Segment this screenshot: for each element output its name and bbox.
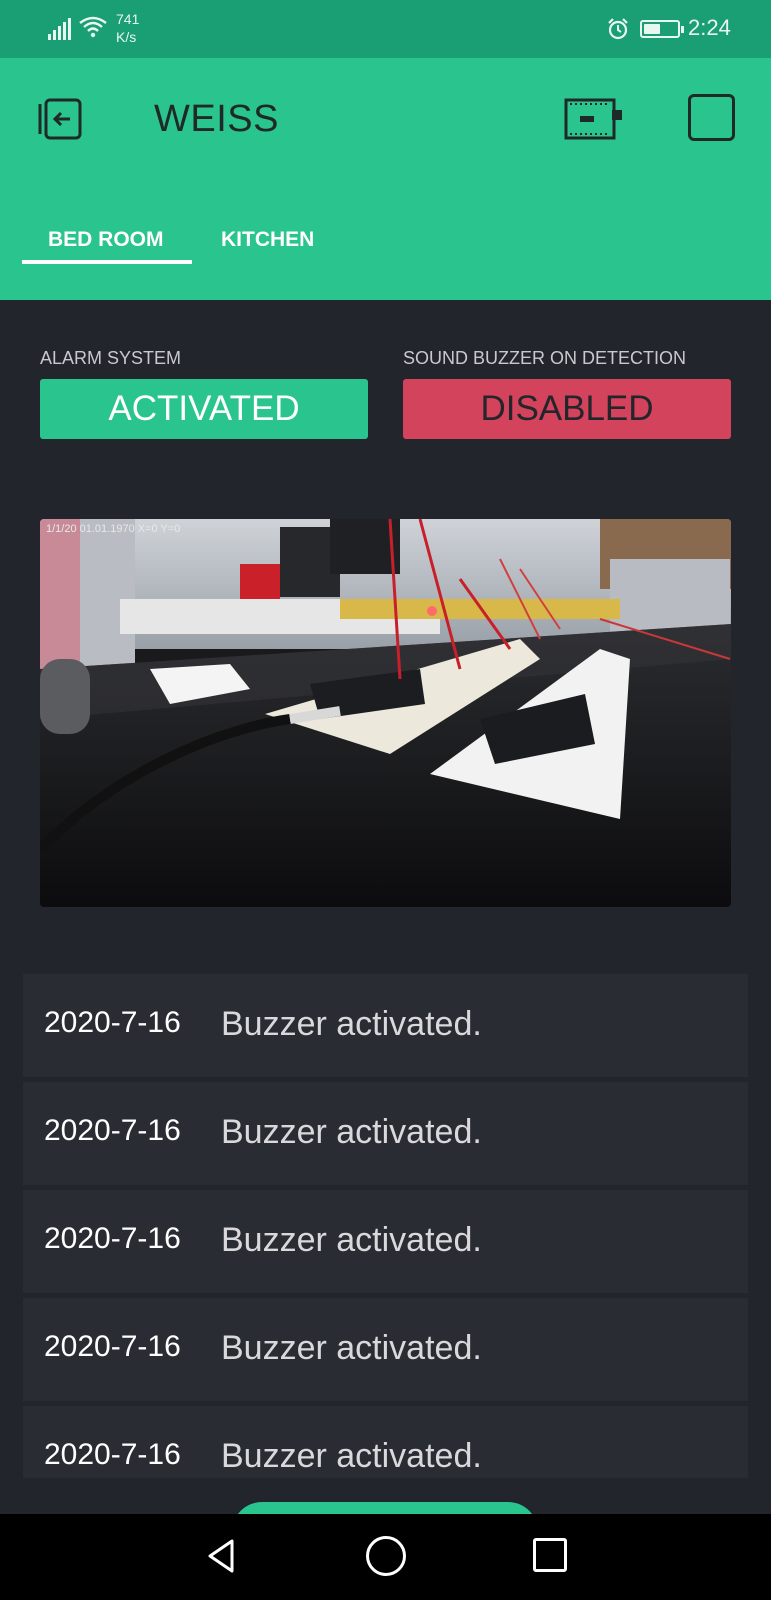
log-row: 2020-7-16 Buzzer activated.: [23, 1298, 748, 1401]
battery-icon: [640, 20, 684, 38]
clock-time: 2:24: [688, 15, 731, 40]
tab-kitchen[interactable]: KITCHEN: [221, 228, 314, 252]
event-log-list[interactable]: 2020-7-16 Buzzer activated. 2020-7-16 Bu…: [23, 974, 748, 1478]
system-nav-bar: [0, 1514, 771, 1600]
battery-fill: [644, 24, 660, 34]
network-speed-unit: K/s: [116, 29, 137, 45]
log-message: Buzzer activated.: [221, 1005, 482, 1043]
device-board-icon[interactable]: [564, 96, 624, 142]
network-speed-value: 741: [116, 11, 140, 27]
log-message: Buzzer activated.: [221, 1221, 482, 1259]
video-osd-text: 1/1/20 01.01.1970 X=0 Y=0: [46, 523, 181, 535]
app-header: WEISS BED ROOM KITCHEN: [0, 58, 771, 300]
alarm-clock-icon: [608, 18, 628, 40]
status-bar: 741 K/s 2:24: [0, 0, 771, 58]
network-speed: 741 K/s: [116, 10, 139, 46]
tab-bed-room[interactable]: BED ROOM: [48, 228, 164, 252]
log-row: 2020-7-16 Buzzer activated.: [23, 1190, 748, 1293]
home-icon[interactable]: [366, 1536, 406, 1576]
wifi-icon: [79, 16, 107, 38]
square-icon[interactable]: [688, 94, 735, 141]
log-message: Buzzer activated.: [221, 1437, 482, 1475]
back-icon[interactable]: [202, 1536, 242, 1576]
log-row: 2020-7-16 Buzzer activated.: [23, 1082, 748, 1185]
signal-icon: [48, 18, 72, 40]
exit-icon[interactable]: [34, 94, 86, 144]
log-message: Buzzer activated.: [221, 1113, 482, 1151]
log-date: 2020-7-16: [44, 1114, 181, 1147]
log-date: 2020-7-16: [44, 1330, 181, 1363]
camera-frame: [40, 519, 731, 907]
log-date: 2020-7-16: [44, 1006, 181, 1039]
recent-apps-icon[interactable]: [533, 1538, 567, 1572]
log-row: 2020-7-16 Buzzer activated.: [23, 974, 748, 1077]
alarm-system-toggle[interactable]: ACTIVATED: [40, 379, 368, 439]
alarm-system-label: ALARM SYSTEM: [40, 348, 182, 368]
log-date: 2020-7-16: [44, 1438, 181, 1471]
project-title: WEISS: [154, 98, 279, 140]
log-date: 2020-7-16: [44, 1222, 181, 1255]
log-message: Buzzer activated.: [221, 1329, 482, 1367]
buzzer-toggle[interactable]: DISABLED: [403, 379, 731, 439]
camera-video-stream[interactable]: 1/1/20 01.01.1970 X=0 Y=0: [40, 519, 731, 907]
active-tab-indicator: [22, 260, 192, 264]
log-row: 2020-7-16 Buzzer activated.: [23, 1406, 748, 1478]
buzzer-label: SOUND BUZZER ON DETECTION: [403, 348, 687, 368]
